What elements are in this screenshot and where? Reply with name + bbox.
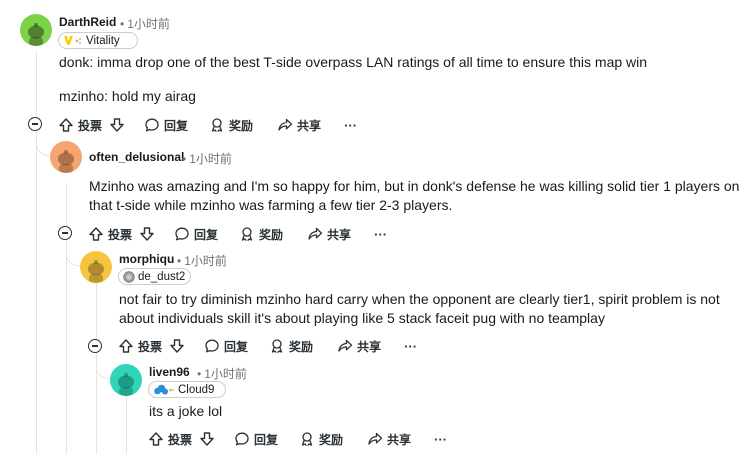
more-options-button[interactable]: ··· [344,118,357,133]
comment-bubble-icon [204,338,220,354]
comment-actions: 投票 回复 奖励 共享 ··· [148,428,447,450]
upvote-button[interactable]: 投票 [58,117,102,134]
downvote-button[interactable] [139,226,155,242]
username[interactable]: morphiqu [119,252,174,266]
award-icon [209,117,225,133]
thread-branch-4 [96,364,111,379]
reply-button[interactable]: 回复 [174,226,218,243]
comment-actions: 投票 回复 奖励 共享 ··· [88,223,387,245]
avatar[interactable] [50,141,82,173]
user-flair: de_dust2 [118,268,191,285]
avatar[interactable] [110,364,142,396]
collapse-thread-button[interactable] [58,226,72,240]
timestamp: • 1小时前 [197,367,247,381]
comment-actions: 投票 回复 奖励 共享 ··· [58,114,357,136]
share-icon [337,338,353,354]
reply-button[interactable]: 回复 [204,338,248,355]
arrow-up-icon [58,117,74,133]
comment-text: that t-side while mzinho was farming a f… [89,197,453,213]
comment-actions: 投票 回复 奖励 共享 ··· [118,335,417,357]
share-button[interactable]: 共享 [307,226,351,243]
award-icon [239,226,255,242]
comment-text: its a joke lol [149,403,223,419]
upvote-button[interactable]: 投票 [118,338,162,355]
award-button[interactable]: 奖励 [269,338,313,355]
thread-branch-2 [36,141,51,156]
more-options-button[interactable]: ··· [374,227,387,242]
timestamp: • 1小时前 [177,254,227,268]
comment-text: Mzinho was amazing and I'm so happy for … [89,178,740,194]
award-button[interactable]: 奖励 [299,431,343,448]
comment-bubble-icon [144,117,160,133]
username[interactable]: liven96 [149,365,190,379]
avatar[interactable] [80,251,112,283]
arrow-up-icon [118,338,134,354]
award-icon [299,431,315,447]
comment-text: not fair to try diminish mzinho hard car… [119,291,720,307]
comment-text: about individuals skill it's about playi… [119,310,605,326]
share-icon [367,431,383,447]
user-flair: Cloud9 [148,381,226,398]
arrow-down-icon [169,338,185,354]
comment-bubble-icon [174,226,190,242]
username[interactable]: often_delusional [89,150,184,164]
flair-label: Vitality [86,34,120,47]
award-button[interactable]: 奖励 [239,226,283,243]
ellipsis-icon: ··· [344,117,358,133]
upvote-button[interactable]: 投票 [88,226,132,243]
ellipsis-icon: ··· [374,226,388,242]
arrow-up-icon [148,431,164,447]
downvote-button[interactable] [109,117,125,133]
cloud9-logo-icon [153,384,175,396]
more-options-button[interactable]: ··· [434,432,447,447]
more-options-button[interactable]: ··· [404,339,417,354]
thread-line-2 [66,183,67,454]
arrow-down-icon [109,117,125,133]
thread-line-1 [36,52,37,454]
timestamp: • 1小时前 [120,17,170,31]
downvote-button[interactable] [199,431,215,447]
thread-line-4 [126,395,127,454]
comment-bubble-icon [234,431,250,447]
arrow-down-icon [139,226,155,242]
ellipsis-icon: ··· [404,338,418,354]
thread-branch-3 [66,251,81,266]
flair-label: de_dust2 [138,270,186,283]
comment-text: mzinho: hold my airag [59,88,196,104]
share-button[interactable]: 共享 [367,431,411,448]
share-icon [277,117,293,133]
arrow-down-icon [199,431,215,447]
share-icon [307,226,323,242]
award-icon [269,338,285,354]
arrow-up-icon [88,226,104,242]
timestamp: • 1小时前 [182,152,232,166]
username[interactable]: DarthReid [59,15,116,29]
collapse-thread-button[interactable] [88,339,102,353]
comment-text: donk: imma drop one of the best T-side o… [59,54,648,70]
vitality-logo-icon [63,35,83,46]
reply-button[interactable]: 回复 [144,117,188,134]
share-button[interactable]: 共享 [277,117,321,134]
user-flair: Vitality [58,32,138,49]
upvote-button[interactable]: 投票 [148,431,192,448]
flair-label: Cloud9 [178,383,215,396]
dust2-coin-icon [123,270,135,283]
share-button[interactable]: 共享 [337,338,381,355]
award-button[interactable]: 奖励 [209,117,253,134]
ellipsis-icon: ··· [434,431,448,447]
avatar[interactable] [20,14,52,46]
downvote-button[interactable] [169,338,185,354]
collapse-thread-button[interactable] [28,117,42,131]
reply-button[interactable]: 回复 [234,431,278,448]
